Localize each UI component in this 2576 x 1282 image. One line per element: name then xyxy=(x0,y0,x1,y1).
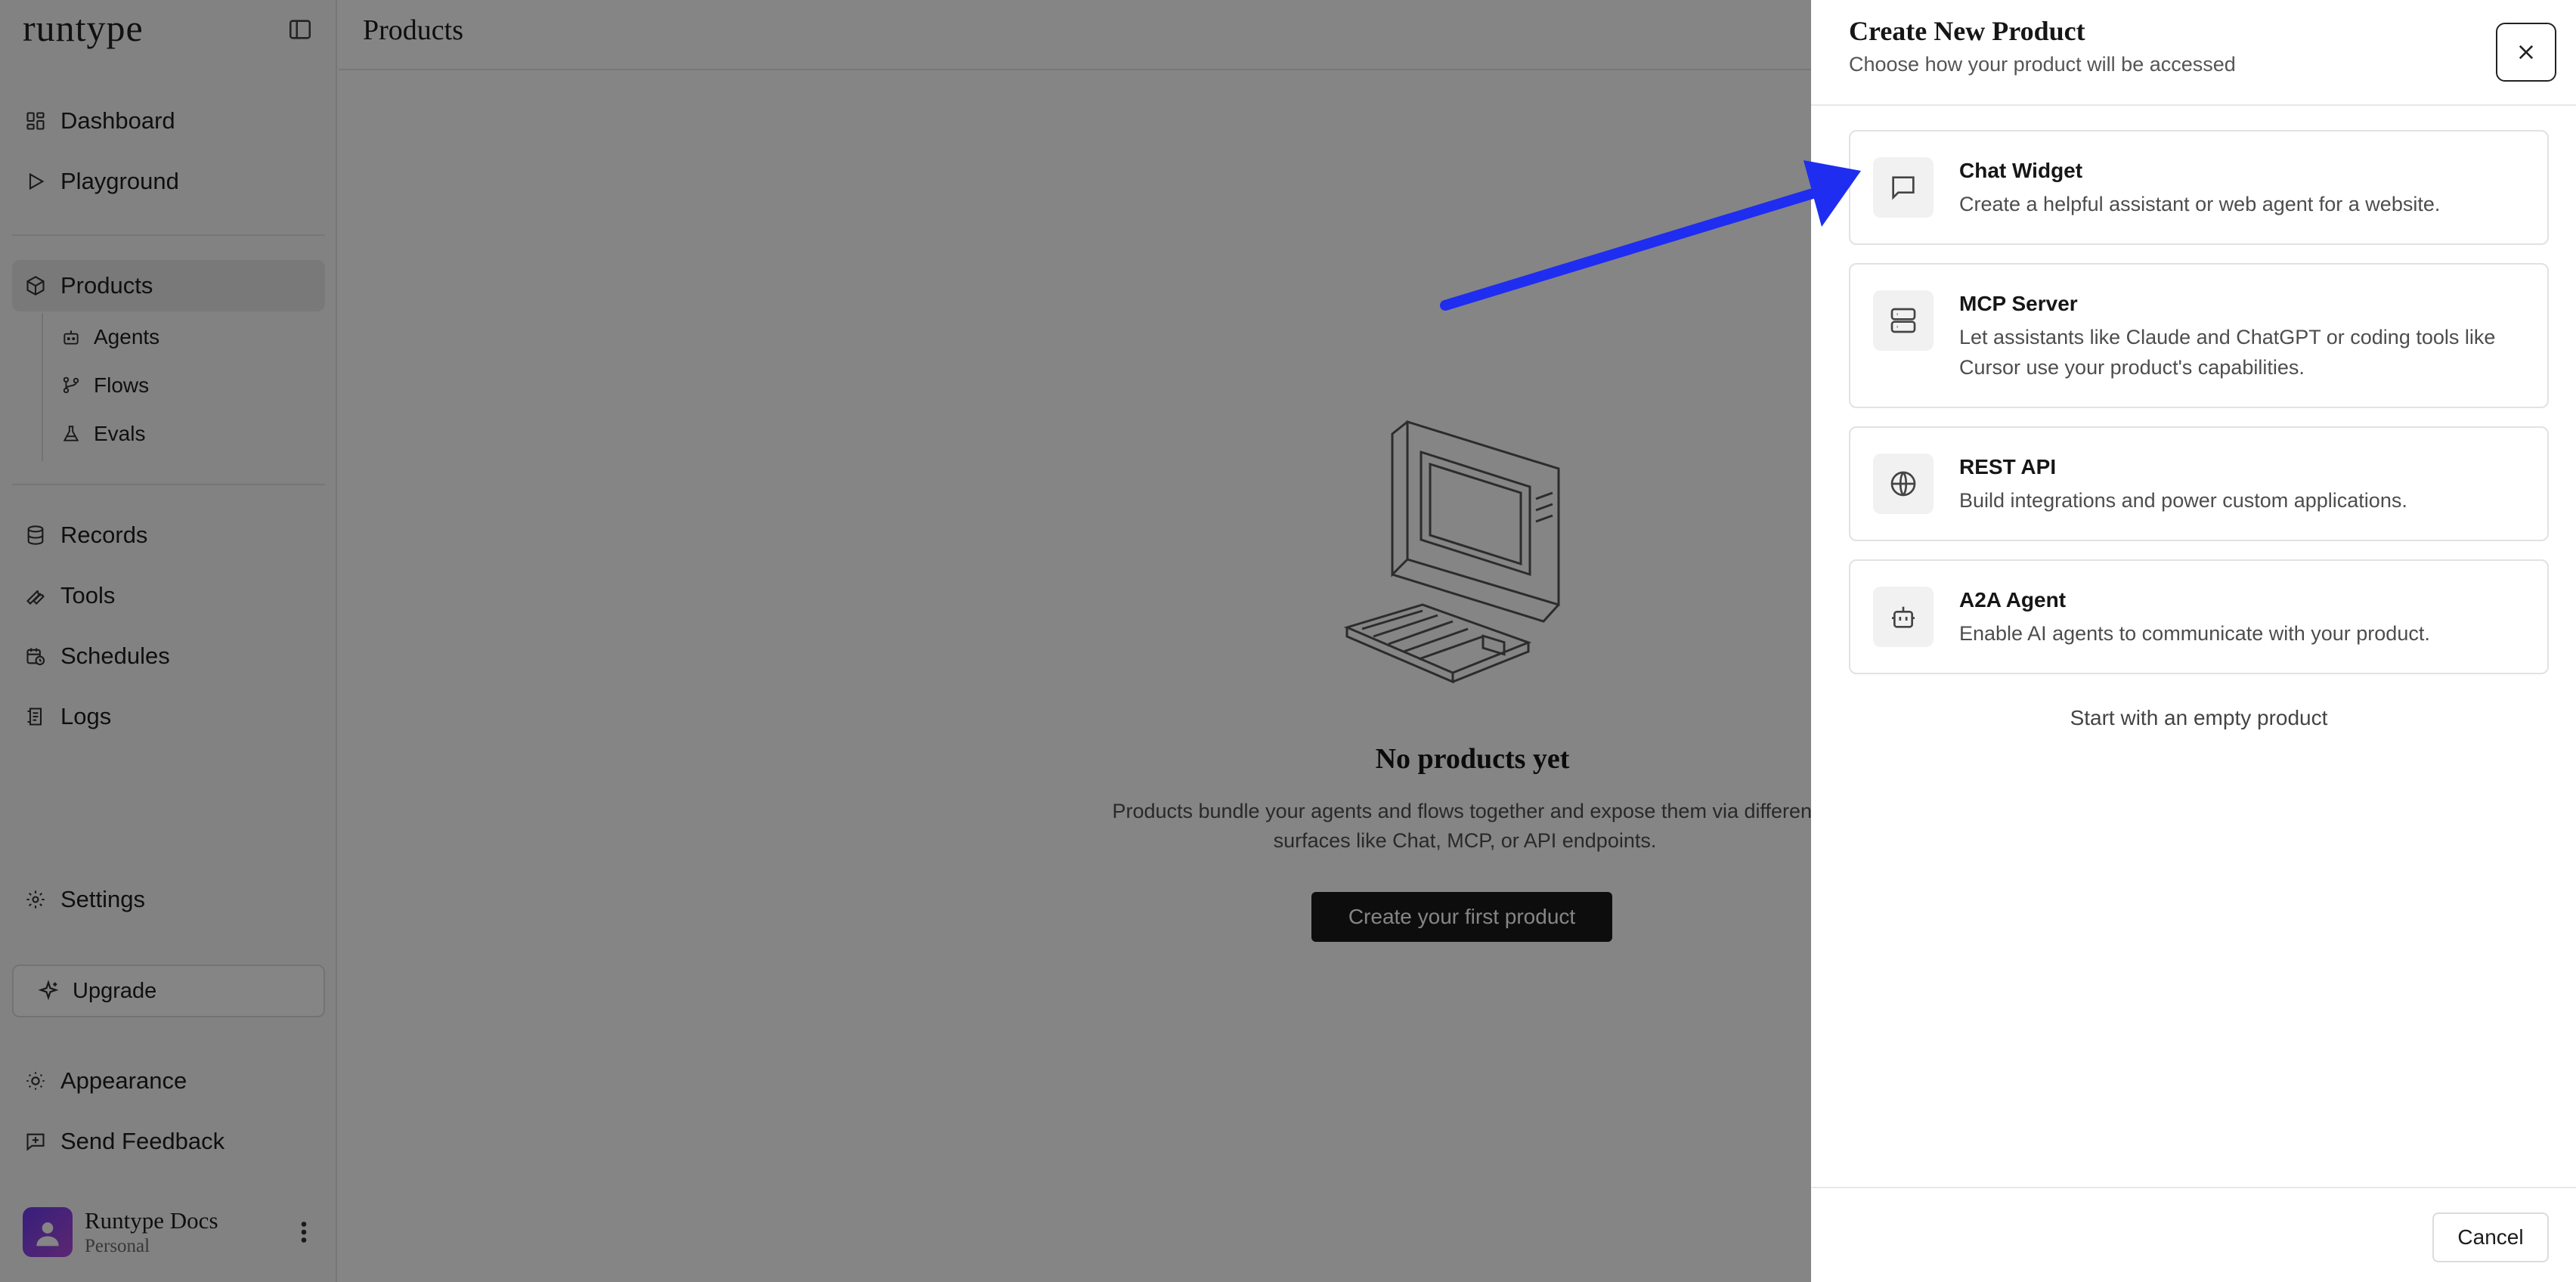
server-icon xyxy=(1873,290,1934,351)
drawer-subtitle: Choose how your product will be accessed xyxy=(1849,53,2236,76)
create-product-drawer: Create New Product Choose how your produ… xyxy=(1811,0,2576,1282)
globe-icon xyxy=(1873,454,1934,514)
option-title: A2A Agent xyxy=(1959,588,2067,612)
option-title: Chat Widget xyxy=(1959,159,2083,182)
start-empty-product-link[interactable]: Start with an empty product xyxy=(1849,706,2549,730)
cancel-button[interactable]: Cancel xyxy=(2432,1212,2549,1262)
close-icon xyxy=(2519,45,2534,60)
option-description: Enable AI agents to communicate with you… xyxy=(1959,622,2430,645)
message-square-icon xyxy=(1873,157,1934,218)
close-button[interactable] xyxy=(2496,23,2556,82)
modal-backdrop[interactable] xyxy=(0,0,1811,1282)
option-description: Build integrations and power custom appl… xyxy=(1959,489,2407,512)
option-description: Let assistants like Claude and ChatGPT o… xyxy=(1959,326,2496,379)
drawer-title: Create New Product xyxy=(1849,16,2085,46)
option-chat-widget[interactable]: Chat Widget Create a helpful assistant o… xyxy=(1849,130,2549,245)
bot-icon xyxy=(1873,587,1934,647)
drawer-footer-divider xyxy=(1811,1187,2576,1188)
option-description: Create a helpful assistant or web agent … xyxy=(1959,193,2441,215)
option-mcp-server[interactable]: MCP Server Let assistants like Claude an… xyxy=(1849,263,2549,408)
option-a2a-agent[interactable]: A2A Agent Enable AI agents to communicat… xyxy=(1849,559,2549,674)
option-title: MCP Server xyxy=(1959,292,2078,315)
option-title: REST API xyxy=(1959,455,2057,478)
drawer-header-divider xyxy=(1811,104,2576,106)
option-rest-api[interactable]: REST API Build integrations and power cu… xyxy=(1849,426,2549,541)
